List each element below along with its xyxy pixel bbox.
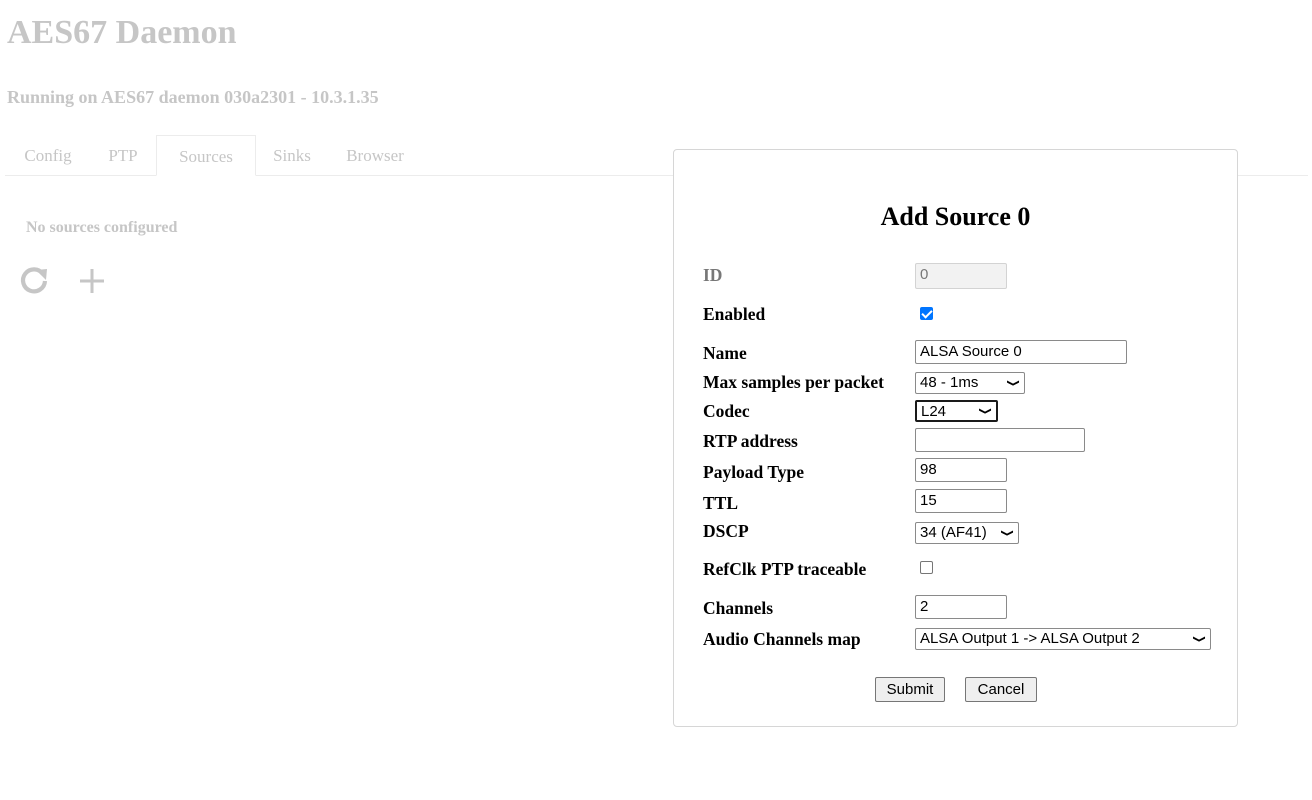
channels-field[interactable]: 2 xyxy=(915,595,1007,619)
codec-value: L24 xyxy=(921,403,947,420)
chevron-down-icon: ❯ xyxy=(1000,528,1015,538)
id-label: ID xyxy=(703,265,723,285)
chevron-down-icon: ❯ xyxy=(1192,634,1207,644)
app-title: AES67 Daemon xyxy=(7,14,237,51)
enabled-checkbox[interactable] xyxy=(920,307,933,320)
rtp-address-field[interactable] xyxy=(915,428,1085,452)
no-sources-message: No sources configured xyxy=(26,219,178,236)
rtp-address-label: RTP address xyxy=(703,431,798,451)
channels-label: Channels xyxy=(703,598,774,618)
refresh-icon[interactable] xyxy=(18,264,50,296)
refclk-label: RefClk PTP traceable xyxy=(703,559,867,579)
max-samples-value: 48 - 1ms xyxy=(920,374,979,391)
tab-sinks[interactable]: Sinks xyxy=(256,135,328,176)
add-source-dialog: Add Source 0 ID 0 Enabled Name ALSA Sour… xyxy=(673,149,1238,727)
audio-map-select[interactable]: ALSA Output 1 -> ALSA Output 2 ❯ xyxy=(915,628,1211,650)
tab-config[interactable]: Config xyxy=(5,135,91,176)
dscp-label: DSCP xyxy=(703,521,749,541)
ttl-field[interactable]: 15 xyxy=(915,489,1007,513)
max-samples-select[interactable]: 48 - 1ms ❯ xyxy=(915,372,1025,394)
dialog-title: Add Source 0 xyxy=(880,202,1031,231)
refclk-checkbox[interactable] xyxy=(920,561,933,574)
tab-ptp[interactable]: PTP xyxy=(91,135,155,176)
payload-type-field[interactable]: 98 xyxy=(915,458,1007,482)
id-field: 0 xyxy=(915,263,1007,289)
enabled-label: Enabled xyxy=(703,304,766,324)
audio-map-label: Audio Channels map xyxy=(703,629,861,649)
plus-icon[interactable] xyxy=(77,266,107,296)
chevron-down-icon: ❯ xyxy=(1006,378,1021,388)
app-subtitle: Running on AES67 daemon 030a2301 - 10.3.… xyxy=(7,87,379,107)
audio-map-value: ALSA Output 1 -> ALSA Output 2 xyxy=(920,630,1140,647)
tab-browser[interactable]: Browser xyxy=(328,135,422,176)
name-label: Name xyxy=(703,343,747,363)
max-samples-label: Max samples per packet xyxy=(703,372,884,392)
codec-select[interactable]: L24 ❯ xyxy=(915,400,998,422)
submit-button[interactable]: Submit xyxy=(875,677,945,702)
ttl-label: TTL xyxy=(703,493,739,513)
dscp-value: 34 (AF41) xyxy=(920,524,987,541)
payload-type-label: Payload Type xyxy=(703,462,804,482)
chevron-down-icon: ❯ xyxy=(978,406,993,416)
codec-label: Codec xyxy=(703,401,750,421)
dscp-select[interactable]: 34 (AF41) ❯ xyxy=(915,522,1019,544)
tab-sources[interactable]: Sources xyxy=(156,135,256,176)
name-field[interactable]: ALSA Source 0 xyxy=(915,340,1127,364)
cancel-button[interactable]: Cancel xyxy=(965,677,1037,702)
